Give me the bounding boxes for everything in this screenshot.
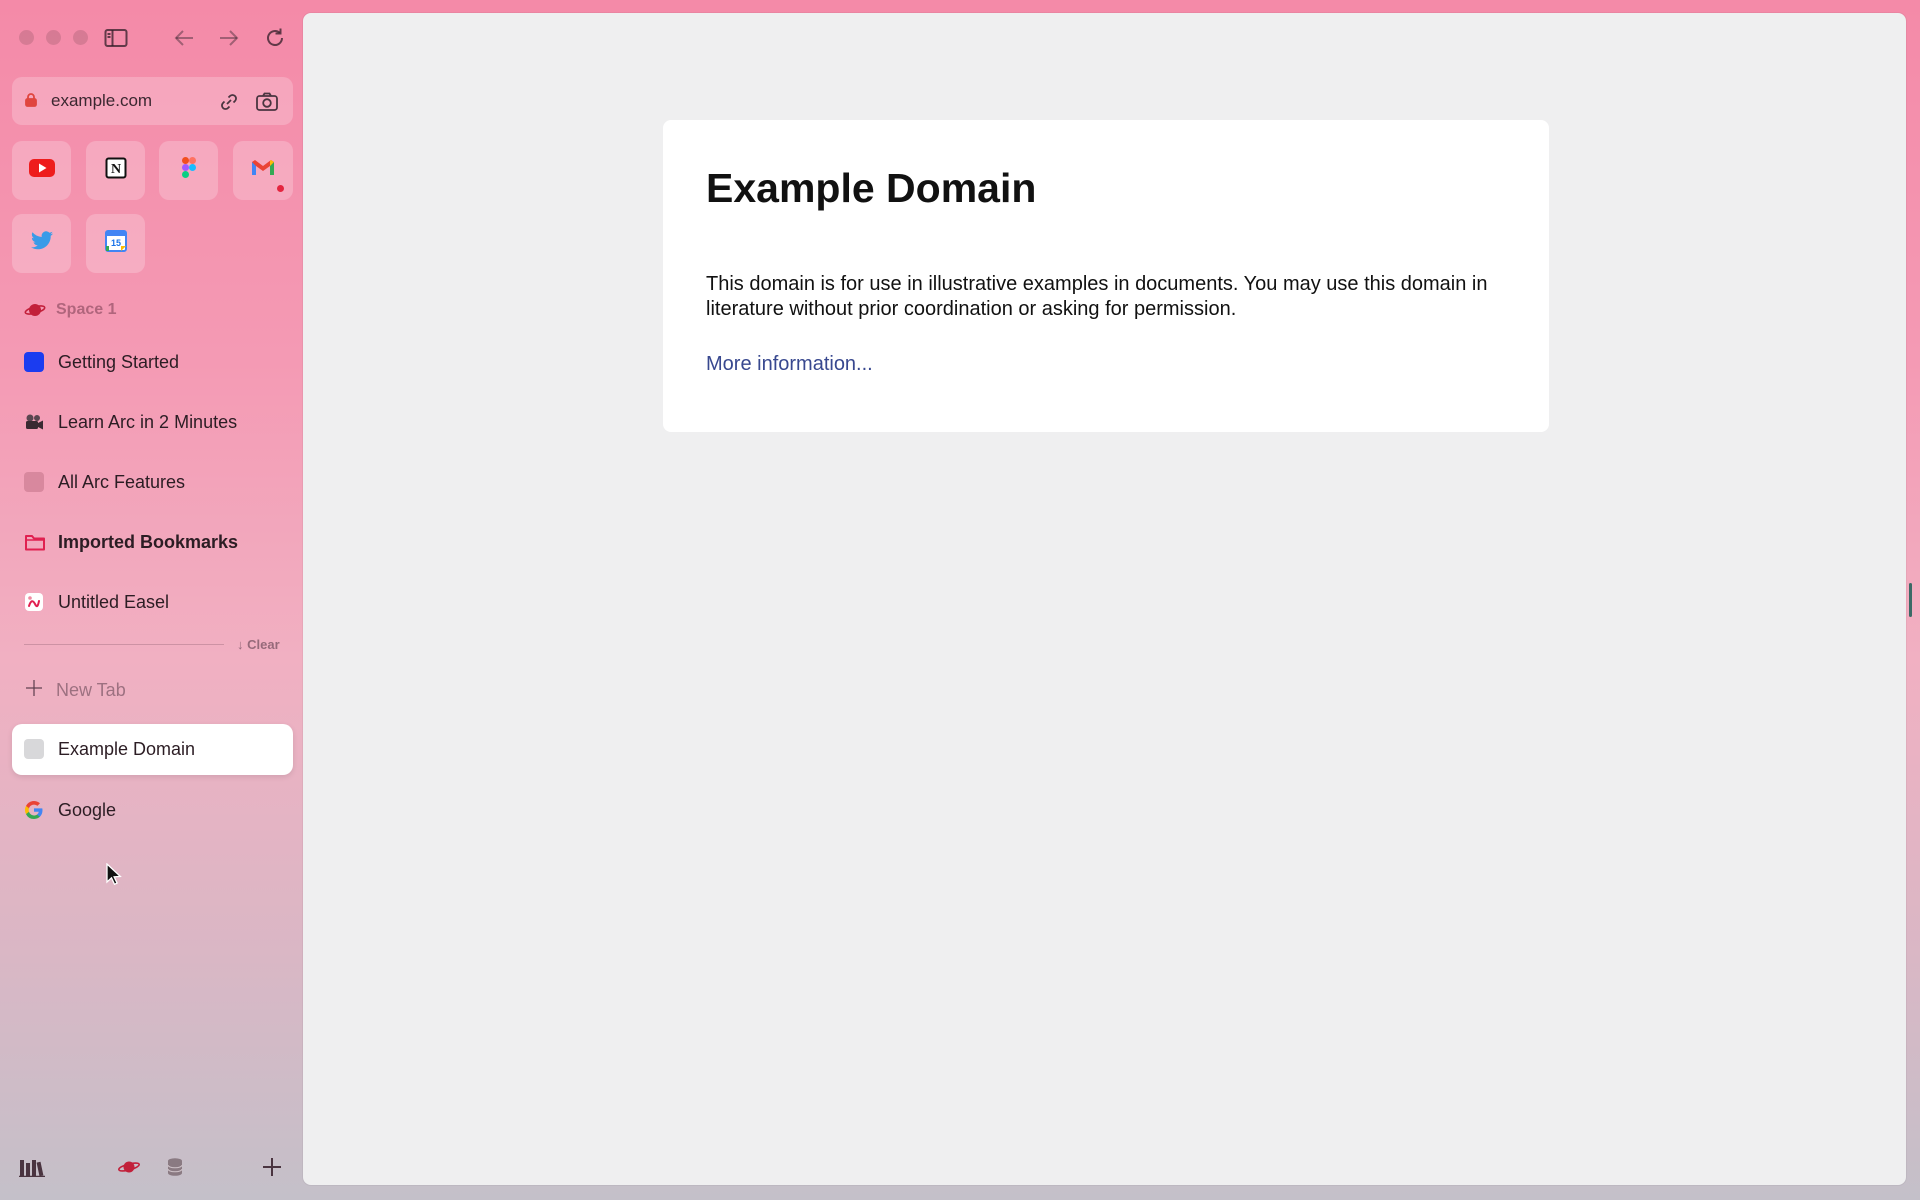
pinned-folder-imported-bookmarks[interactable]: Imported Bookmarks (12, 517, 293, 567)
favorite-youtube[interactable] (12, 141, 71, 200)
minimize-window-button[interactable] (46, 30, 61, 45)
screenshot-camera-icon[interactable] (255, 91, 278, 113)
svg-text:15: 15 (110, 238, 120, 248)
tab-google[interactable]: Google (12, 785, 293, 835)
tab-label: Imported Bookmarks (58, 532, 239, 552)
address-bar[interactable]: example.com (12, 77, 293, 125)
easel-icon (24, 592, 44, 612)
favorite-calendar[interactable]: 15 (86, 214, 145, 273)
archive-database-icon[interactable] (161, 1155, 189, 1179)
camera-icon (24, 412, 44, 432)
url-text: example.com (51, 91, 153, 110)
page-title: Example Domain (706, 165, 1037, 211)
add-space-plus-icon[interactable] (258, 1155, 286, 1179)
figma-icon (181, 157, 196, 184)
pink-square-icon (24, 472, 44, 492)
library-icon[interactable] (18, 1155, 46, 1179)
favorite-figma[interactable] (159, 141, 218, 200)
pinned-divider (24, 644, 224, 645)
favorite-twitter[interactable] (12, 214, 71, 273)
tab-label: Google (58, 800, 117, 820)
tab-label: All Arc Features (58, 472, 186, 492)
pinned-tab-all-arc-features[interactable]: All Arc Features (12, 457, 293, 507)
window-resize-handle[interactable] (1909, 583, 1912, 617)
gmail-icon (250, 158, 276, 183)
tab-example-domain[interactable]: Example Domain (12, 724, 293, 775)
google-icon (24, 800, 44, 820)
page-body-text: This domain is for use in illustrative e… (706, 273, 1488, 320)
clear-tabs-button[interactable]: ↓ Clear (237, 637, 280, 652)
page-card: Example Domain This domain is for use in… (663, 120, 1549, 432)
tab-label: Getting Started (58, 352, 180, 372)
forward-arrow-icon[interactable] (216, 25, 242, 51)
page-icon (24, 739, 44, 759)
tab-label: Untitled Easel (58, 592, 170, 612)
mouse-pointer-icon (106, 862, 122, 892)
new-tab-button[interactable]: New Tab (56, 680, 126, 701)
calendar-icon: 15 (104, 230, 127, 257)
blue-square-icon (24, 352, 44, 372)
toggle-sidebar-icon[interactable] (103, 25, 129, 51)
twitter-icon (30, 231, 54, 256)
pinned-tab-learn-arc[interactable]: Learn Arc in 2 Minutes (12, 397, 293, 447)
tab-label: Learn Arc in 2 Minutes (58, 412, 238, 432)
plus-icon[interactable] (24, 678, 44, 703)
reload-icon[interactable] (262, 25, 288, 51)
pinned-tab-getting-started[interactable]: Getting Started (12, 337, 293, 387)
copy-link-icon[interactable] (218, 91, 240, 113)
space-name[interactable]: Space 1 (56, 301, 116, 319)
web-content-area: Example Domain This domain is for use in… (303, 13, 1906, 1185)
favorite-gmail[interactable] (233, 141, 293, 200)
notion-icon: N (105, 157, 127, 184)
sidebar: example.com N 15 Space 1 Getting Started… (0, 0, 302, 1200)
site-lock-icon (23, 92, 39, 108)
close-window-button[interactable] (19, 30, 34, 45)
back-arrow-icon[interactable] (171, 25, 197, 51)
favorite-notion[interactable]: N (86, 141, 145, 200)
unread-dot-icon (277, 185, 284, 192)
space-switcher-planet-icon[interactable] (115, 1155, 143, 1179)
more-information-link[interactable]: More information... (706, 353, 873, 376)
folder-icon (24, 532, 45, 552)
pinned-tab-untitled-easel[interactable]: Untitled Easel (12, 577, 293, 627)
tab-label: Example Domain (58, 739, 196, 759)
youtube-icon (28, 158, 55, 183)
svg-text:N: N (110, 162, 120, 177)
zoom-window-button[interactable] (73, 30, 88, 45)
space-planet-icon[interactable] (24, 301, 46, 324)
